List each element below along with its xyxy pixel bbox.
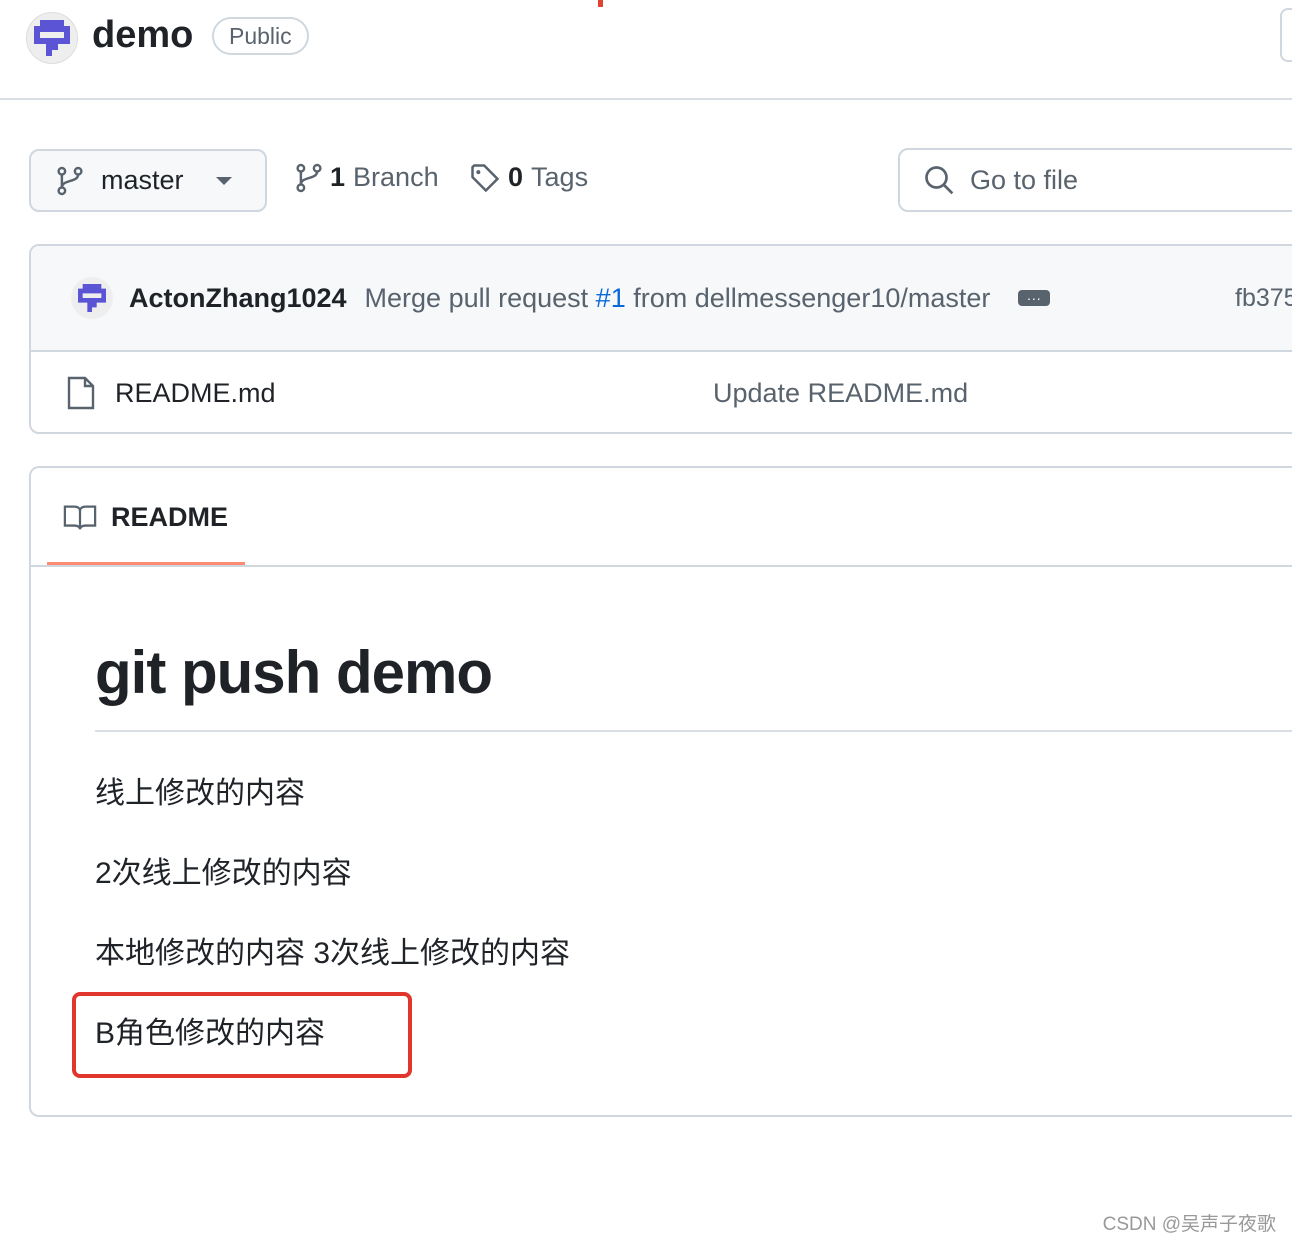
file-icon — [67, 376, 95, 410]
file-commit-message[interactable]: Update README.md — [713, 378, 968, 409]
visibility-badge: Public — [212, 17, 309, 55]
branch-name: master — [101, 165, 184, 195]
tags-link[interactable]: 0 Tags — [470, 162, 588, 193]
file-name[interactable]: README.md — [115, 378, 276, 409]
highlight-box — [72, 992, 412, 1078]
readme-panel: README git push demo 线上修改的内容 2次线上修改的内容 本… — [29, 466, 1292, 1117]
branch-label: Branch — [353, 162, 439, 192]
heading-divider — [95, 730, 1292, 732]
commit-message-suffix: from dellmessenger10/master — [625, 282, 991, 313]
go-to-file-placeholder: Go to file — [970, 164, 1079, 195]
readme-heading: git push demo — [95, 639, 493, 706]
caret-down-icon — [215, 176, 232, 185]
pull-request-link[interactable]: #1 — [596, 283, 626, 313]
tab-readme[interactable]: README — [63, 502, 228, 533]
tab-readme-label: README — [111, 502, 229, 532]
branch-select-button[interactable]: master — [29, 149, 267, 212]
branches-link[interactable]: 1 Branch — [296, 162, 439, 193]
tag-icon — [471, 163, 500, 192]
readme-paragraph: 本地修改的内容 3次线上修改的内容 — [95, 937, 571, 970]
commit-message-prefix: Merge pull request — [364, 282, 596, 313]
tag-label: Tags — [531, 162, 589, 192]
go-to-file-input[interactable]: Go to file — [898, 148, 1292, 212]
branch-icon — [296, 163, 322, 192]
book-icon — [63, 505, 97, 529]
latest-commit-bar: ActonZhang1024 Merge pull request #1 fro… — [31, 246, 1292, 352]
repo-owner-avatar[interactable] — [26, 12, 78, 64]
branch-icon — [57, 166, 83, 195]
red-mark — [598, 0, 603, 7]
readme-paragraph: 线上修改的内容 — [95, 777, 305, 810]
file-browser: ActonZhang1024 Merge pull request #1 fro… — [29, 244, 1292, 434]
watermark: CSDN @吴声子夜歌 — [1102, 1214, 1276, 1235]
readme-paragraph: 2次线上修改的内容 — [95, 857, 352, 890]
identicon-icon — [78, 284, 106, 312]
branch-count: 1 — [330, 162, 346, 192]
header-action-button[interactable] — [1280, 8, 1292, 62]
identicon-icon — [34, 20, 70, 56]
tab-divider — [31, 565, 1292, 567]
repo-name[interactable]: demo — [92, 14, 193, 57]
commit-author[interactable]: ActonZhang1024 — [129, 283, 347, 314]
commit-message[interactable]: Merge pull request #1 from dellmessenger… — [365, 283, 991, 314]
tag-count: 0 — [508, 162, 524, 192]
ellipsis-icon[interactable]: ... — [1018, 288, 1051, 306]
header-divider — [0, 98, 1292, 100]
file-row[interactable]: README.md Update README.md — [31, 352, 1292, 432]
search-icon — [925, 166, 954, 195]
author-avatar[interactable] — [71, 277, 113, 319]
commit-sha[interactable]: fb375 — [1235, 284, 1292, 313]
